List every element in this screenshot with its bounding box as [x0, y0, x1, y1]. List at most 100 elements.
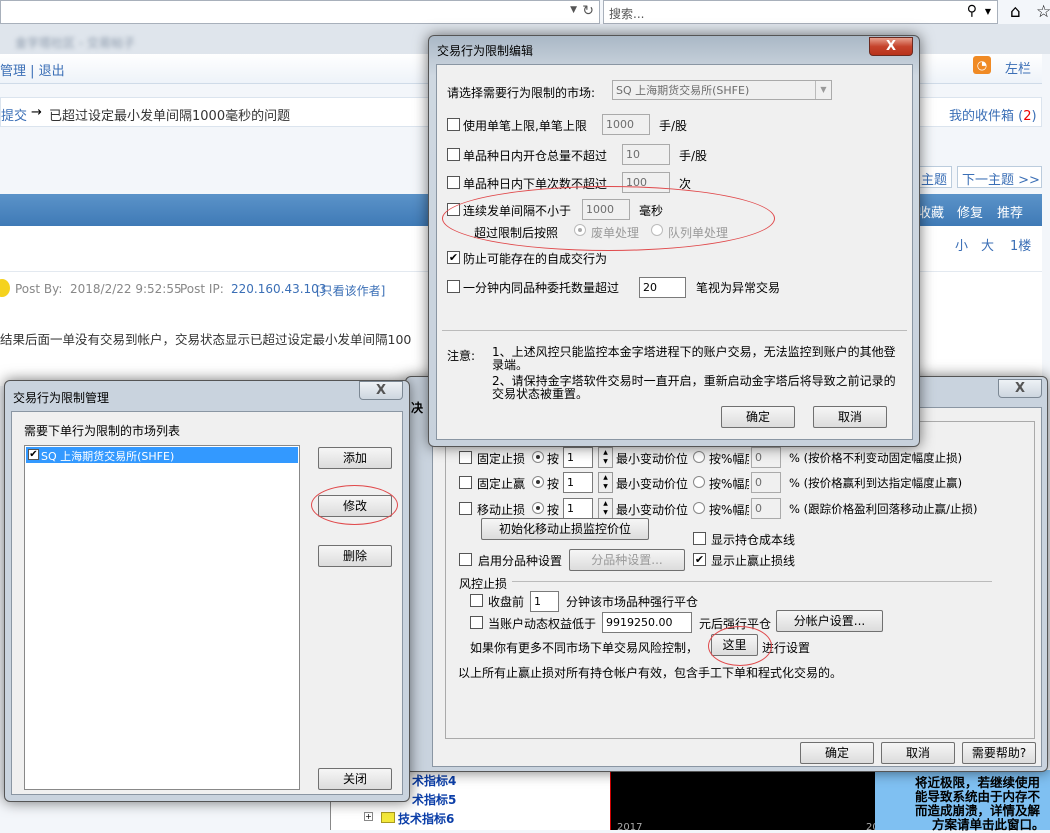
post-ip[interactable]: 220.160.43.103	[231, 282, 326, 296]
close-button[interactable]: X	[359, 381, 403, 400]
note-label: 注意:	[447, 349, 476, 363]
chevron-down-icon[interactable]: ▼	[815, 81, 831, 99]
prev-topic-button[interactable]: 主题	[918, 166, 952, 188]
show-cost-line-checkbox[interactable]	[693, 532, 706, 545]
dialog-title: 交易行为限制编辑	[437, 44, 534, 58]
limit-row-input[interactable]: 1000	[602, 114, 650, 135]
list-item[interactable]: ✔ SQ 上海期货交易所(SHFE)	[26, 447, 298, 463]
minute-limit-input[interactable]: 20	[639, 277, 686, 298]
stepper[interactable]: ▲ ▼	[598, 498, 613, 519]
init-trailing-button[interactable]: 初始化移动止损监控价位	[481, 518, 649, 540]
browser-search-box[interactable]: 搜索... ⚲ ▼	[603, 0, 998, 24]
equity-checkbox[interactable]	[470, 616, 483, 629]
stepper[interactable]: ▲ ▼	[598, 472, 613, 493]
next-topic-button[interactable]: 下一主题 >>	[957, 166, 1042, 188]
ok-button[interactable]: 确定	[800, 742, 874, 764]
tick-count-input[interactable]: 1	[563, 498, 593, 519]
tick-count-input[interactable]: 1	[563, 472, 593, 493]
equity-label: 当账户动态权益低于	[488, 617, 597, 631]
inbox-link[interactable]: 我的收件箱 (2)	[949, 105, 1037, 124]
font-large-link[interactable]: 大	[981, 235, 994, 254]
equity-threshold-input[interactable]: 9919250.00	[602, 612, 692, 633]
tick-count-input[interactable]: 1	[563, 447, 593, 468]
close-dialog-button[interactable]: 关闭	[318, 768, 392, 790]
left-column-link[interactable]: 左栏	[1005, 58, 1031, 77]
kline-chart: 2017 2018	[610, 770, 891, 833]
limit-row-input[interactable]: 10	[622, 144, 670, 165]
favorites-star-icon[interactable]: ☆	[1036, 2, 1050, 22]
by-percent-radio[interactable]	[693, 502, 705, 514]
button-label: 确定	[824, 746, 849, 760]
by-tick-radio[interactable]	[532, 476, 544, 488]
button-label: 需要帮助?	[971, 746, 1027, 760]
dropdown-icon[interactable]: ▼	[985, 7, 991, 16]
list-item-checkbox[interactable]: ✔	[28, 449, 39, 460]
by-tick-radio[interactable]	[532, 502, 544, 514]
percent-input[interactable]: 0	[751, 472, 781, 493]
button-label: 关闭	[342, 772, 367, 786]
memory-warning-tooltip[interactable]: 将近极限，若继续使用 能导致系统由于内存不 而造成崩溃，详情及解 方案请单击此窗…	[875, 770, 1050, 832]
tooltip-line: 能导致系统由于内存不	[915, 789, 1041, 804]
home-icon[interactable]: ⌂	[1010, 2, 1021, 22]
by-percent-radio[interactable]	[693, 451, 705, 463]
next-topic-label: 下一主题 >>	[962, 173, 1040, 188]
prevent-self-trade-checkbox[interactable]: ✔	[447, 251, 460, 264]
stop-row-checkbox[interactable]	[459, 451, 472, 464]
tree-item[interactable]: 术指标5	[412, 791, 456, 808]
limit-row-checkbox[interactable]	[447, 118, 460, 131]
recommend-link[interactable]: 推荐	[997, 202, 1023, 221]
percent-input[interactable]: 0	[751, 498, 781, 519]
cancel-button[interactable]: 取消	[881, 742, 955, 764]
rss-icon[interactable]: ◔	[973, 56, 991, 74]
by-percent-radio[interactable]	[693, 476, 705, 488]
floor-label: 1楼	[1010, 239, 1032, 254]
per-symbol-settings-button[interactable]: 分品种设置...	[569, 549, 685, 571]
market-select[interactable]: SQ 上海期货交易所(SHFE) ▼	[612, 80, 832, 100]
add-button[interactable]: 添加	[318, 447, 392, 469]
percent-input[interactable]: 0	[751, 447, 781, 468]
inbox-count: 2	[1023, 109, 1032, 124]
browser-address-bar[interactable]: ▼ ↻	[0, 0, 600, 24]
search-icon[interactable]: ⚲	[967, 3, 977, 19]
expand-icon[interactable]: +	[364, 812, 373, 821]
show-stop-lines-checkbox[interactable]: ✔	[693, 553, 706, 566]
user-links[interactable]: 管理 | 退出	[0, 60, 65, 79]
tree-item[interactable]: 技术指标6	[398, 810, 454, 827]
favorite-link[interactable]: 收藏	[918, 202, 944, 221]
market-list[interactable]: ✔ SQ 上海期货交易所(SHFE)	[24, 445, 300, 790]
stepper[interactable]: ▲ ▼	[598, 447, 613, 468]
breadcrumb-arrow: →	[31, 105, 42, 120]
close-button[interactable]: X	[869, 37, 913, 56]
dialog-title: 交易行为限制管理	[13, 391, 110, 405]
dropdown-icon[interactable]: ▼	[570, 5, 577, 15]
percent-label: 按%幅度	[709, 452, 749, 466]
ok-button[interactable]: 确定	[721, 406, 795, 428]
close-icon: X	[1014, 381, 1026, 396]
stop-row-description: % (按价格赢利到达指定幅度止赢)	[789, 476, 963, 490]
only-author-link[interactable]: [只看该作者]	[316, 282, 385, 299]
tick-unit-label: 最小变动价位	[616, 503, 689, 517]
font-small-link[interactable]: 小	[955, 235, 968, 254]
blurred-tab[interactable]: 金字塔社区 - 交易帖子	[15, 34, 135, 51]
delete-button[interactable]: 删除	[318, 545, 392, 567]
breadcrumb-link[interactable]: 提交	[1, 105, 27, 124]
minute-limit-checkbox[interactable]	[447, 280, 460, 293]
per-symbol-checkbox[interactable]	[459, 553, 472, 566]
refresh-icon[interactable]: ↻	[582, 3, 594, 19]
limit-row-checkbox[interactable]	[447, 148, 460, 161]
before-close-checkbox[interactable]	[470, 594, 483, 607]
by-tick-radio[interactable]	[532, 451, 544, 463]
stop-row-checkbox[interactable]	[459, 502, 472, 515]
before-close-minutes-input[interactable]: 1	[530, 591, 559, 612]
close-button[interactable]: X	[998, 379, 1042, 398]
stop-row-checkbox[interactable]	[459, 476, 472, 489]
cancel-button[interactable]: 取消	[813, 406, 887, 428]
account-settings-button[interactable]: 分帐户设置...	[776, 610, 883, 632]
help-button[interactable]: 需要帮助?	[962, 742, 1036, 764]
repair-link[interactable]: 修复	[957, 202, 983, 221]
tick-unit-label: 最小变动价位	[616, 452, 689, 466]
risk-group-label: 风控止损	[459, 577, 508, 591]
limit-row-checkbox[interactable]	[447, 176, 460, 189]
tree-item[interactable]: 术指标4	[412, 772, 456, 789]
annotation-circle	[708, 626, 772, 666]
